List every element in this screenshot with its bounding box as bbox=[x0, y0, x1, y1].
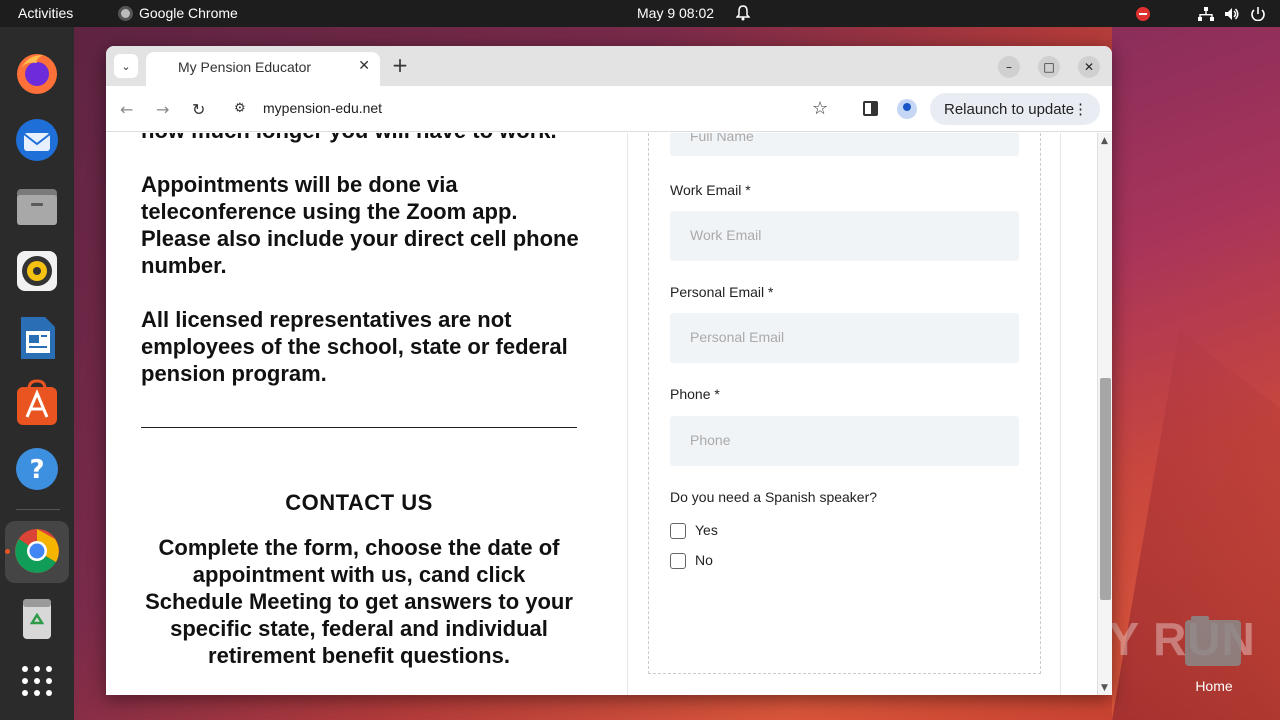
running-indicator bbox=[5, 549, 10, 554]
checkbox-yes[interactable] bbox=[670, 523, 686, 539]
help-icon[interactable]: ? bbox=[13, 445, 61, 493]
tab-strip: ⌄ My Pension Educator ✕ + – □ ✕ bbox=[106, 46, 1112, 86]
relaunch-button[interactable]: Relaunch to update ⋮ bbox=[930, 93, 1100, 125]
home-label[interactable]: Home bbox=[1186, 678, 1242, 694]
rhythmbox-icon[interactable] bbox=[13, 247, 61, 295]
chevron-down-icon: ⌄ bbox=[121, 59, 131, 73]
phone-input[interactable]: Phone bbox=[670, 416, 1019, 466]
top-bar: Activities Google Chrome May 9 08:02 bbox=[0, 0, 1280, 27]
disclaimer-paragraph: All licensed representatives are not emp… bbox=[141, 307, 568, 386]
personal-email-label: Personal Email * bbox=[670, 284, 774, 300]
new-tab-button[interactable]: + bbox=[388, 54, 412, 78]
thunderbird-icon[interactable] bbox=[13, 115, 61, 163]
minimize-button[interactable]: – bbox=[998, 56, 1020, 78]
partial-text: how much longer you will have to work. bbox=[141, 133, 557, 144]
tab-title: My Pension Educator bbox=[178, 59, 312, 75]
do-not-disturb-icon bbox=[1136, 6, 1150, 21]
app-menu[interactable]: Google Chrome bbox=[118, 5, 238, 21]
tab-search-button[interactable]: ⌄ bbox=[114, 54, 138, 78]
network-icon bbox=[1198, 6, 1214, 21]
app-center-icon[interactable] bbox=[13, 379, 61, 427]
close-window-button[interactable]: ✕ bbox=[1078, 56, 1100, 78]
page-scrollbar[interactable]: ▲ ▼ bbox=[1097, 133, 1112, 695]
contact-heading: CONTACT US bbox=[285, 490, 433, 515]
files-icon[interactable] bbox=[13, 181, 61, 229]
back-button[interactable]: ← bbox=[120, 100, 133, 119]
chrome-icon bbox=[118, 5, 133, 21]
close-tab-icon[interactable]: ✕ bbox=[358, 58, 370, 74]
scroll-up-icon[interactable]: ▲ bbox=[1101, 136, 1108, 146]
column-divider bbox=[1060, 133, 1061, 695]
contact-description: Complete the form, choose the date of ap… bbox=[145, 535, 573, 668]
dock: ? bbox=[0, 27, 74, 720]
more-menu-icon[interactable]: ⋮ bbox=[1073, 100, 1088, 118]
firefox-icon[interactable] bbox=[13, 49, 61, 97]
column-divider bbox=[627, 133, 628, 695]
show-apps-icon[interactable] bbox=[13, 657, 61, 705]
spanish-speaker-question: Do you need a Spanish speaker? bbox=[670, 489, 878, 505]
chrome-icon[interactable] bbox=[13, 527, 61, 575]
trash-icon[interactable] bbox=[13, 593, 61, 641]
svg-text:?: ? bbox=[29, 455, 44, 485]
power-icon bbox=[1251, 6, 1265, 21]
page-viewport: how much longer you will have to work. A… bbox=[106, 133, 1112, 695]
bookmark-star-icon[interactable]: ☆ bbox=[812, 98, 828, 119]
reload-button[interactable]: ↻ bbox=[192, 100, 205, 119]
checkbox-yes-label[interactable]: Yes bbox=[695, 522, 718, 538]
contact-form: Full Name Work Email * Work Email Person… bbox=[648, 133, 1041, 674]
clock[interactable]: May 9 08:02 bbox=[637, 5, 714, 21]
checkbox-no-label[interactable]: No bbox=[695, 552, 713, 568]
site-info-icon[interactable]: ⚙ bbox=[234, 101, 246, 116]
side-panel-icon[interactable] bbox=[863, 101, 878, 116]
activities-button[interactable]: Activities bbox=[18, 5, 73, 21]
appointment-paragraph: Appointments will be done via teleconfer… bbox=[141, 172, 579, 278]
dock-separator bbox=[16, 509, 60, 510]
system-tray[interactable] bbox=[1136, 0, 1280, 27]
profile-avatar[interactable] bbox=[897, 99, 917, 119]
full-name-input[interactable]: Full Name bbox=[670, 133, 1019, 156]
browser-toolbar: ← → ↻ ⚙ mypension-edu.net ☆ Relaunch to … bbox=[106, 86, 1112, 132]
scrollbar-thumb[interactable] bbox=[1100, 378, 1111, 600]
phone-label: Phone * bbox=[670, 386, 720, 402]
browser-window: ⌄ My Pension Educator ✕ + – □ ✕ ← → ↻ ⚙ … bbox=[106, 46, 1112, 695]
personal-email-input[interactable]: Personal Email bbox=[670, 313, 1019, 363]
section-divider bbox=[141, 427, 577, 428]
home-folder-icon[interactable] bbox=[1185, 616, 1241, 666]
work-email-input[interactable]: Work Email bbox=[670, 211, 1019, 261]
volume-icon bbox=[1225, 7, 1239, 20]
forward-button[interactable]: → bbox=[156, 100, 169, 119]
work-email-label: Work Email * bbox=[670, 182, 751, 198]
checkbox-no[interactable] bbox=[670, 553, 686, 569]
app-name: Google Chrome bbox=[139, 5, 238, 21]
relaunch-label: Relaunch to update bbox=[944, 101, 1075, 118]
maximize-button[interactable]: □ bbox=[1038, 56, 1060, 78]
bell-icon bbox=[736, 5, 750, 21]
scroll-down-icon[interactable]: ▼ bbox=[1101, 683, 1108, 693]
tab-active[interactable]: My Pension Educator ✕ bbox=[146, 52, 380, 86]
address-bar[interactable]: mypension-edu.net bbox=[263, 100, 382, 116]
writer-icon[interactable] bbox=[13, 313, 61, 361]
